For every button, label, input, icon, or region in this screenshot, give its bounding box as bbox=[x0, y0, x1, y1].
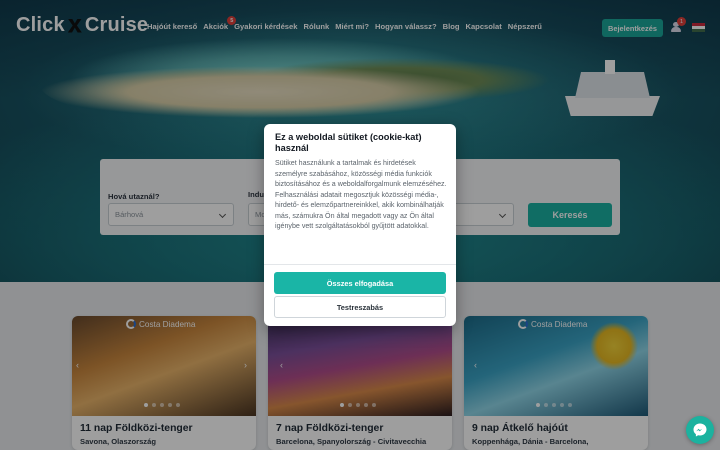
accept-all-button[interactable]: Összes elfogadása bbox=[274, 272, 446, 294]
messenger-icon bbox=[693, 423, 707, 437]
cookie-dialog-text: Sütiket használunk a tartalmak és hirdet… bbox=[275, 159, 447, 230]
customize-button[interactable]: Testreszabás bbox=[274, 296, 446, 318]
divider bbox=[264, 264, 456, 265]
cookie-dialog-title: Ez a weboldal sütiket (cookie-kat) haszn… bbox=[275, 132, 422, 153]
messenger-chat-button[interactable] bbox=[686, 416, 714, 444]
cookie-consent-dialog: Ez a weboldal sütiket (cookie-kat) haszn… bbox=[264, 124, 456, 326]
